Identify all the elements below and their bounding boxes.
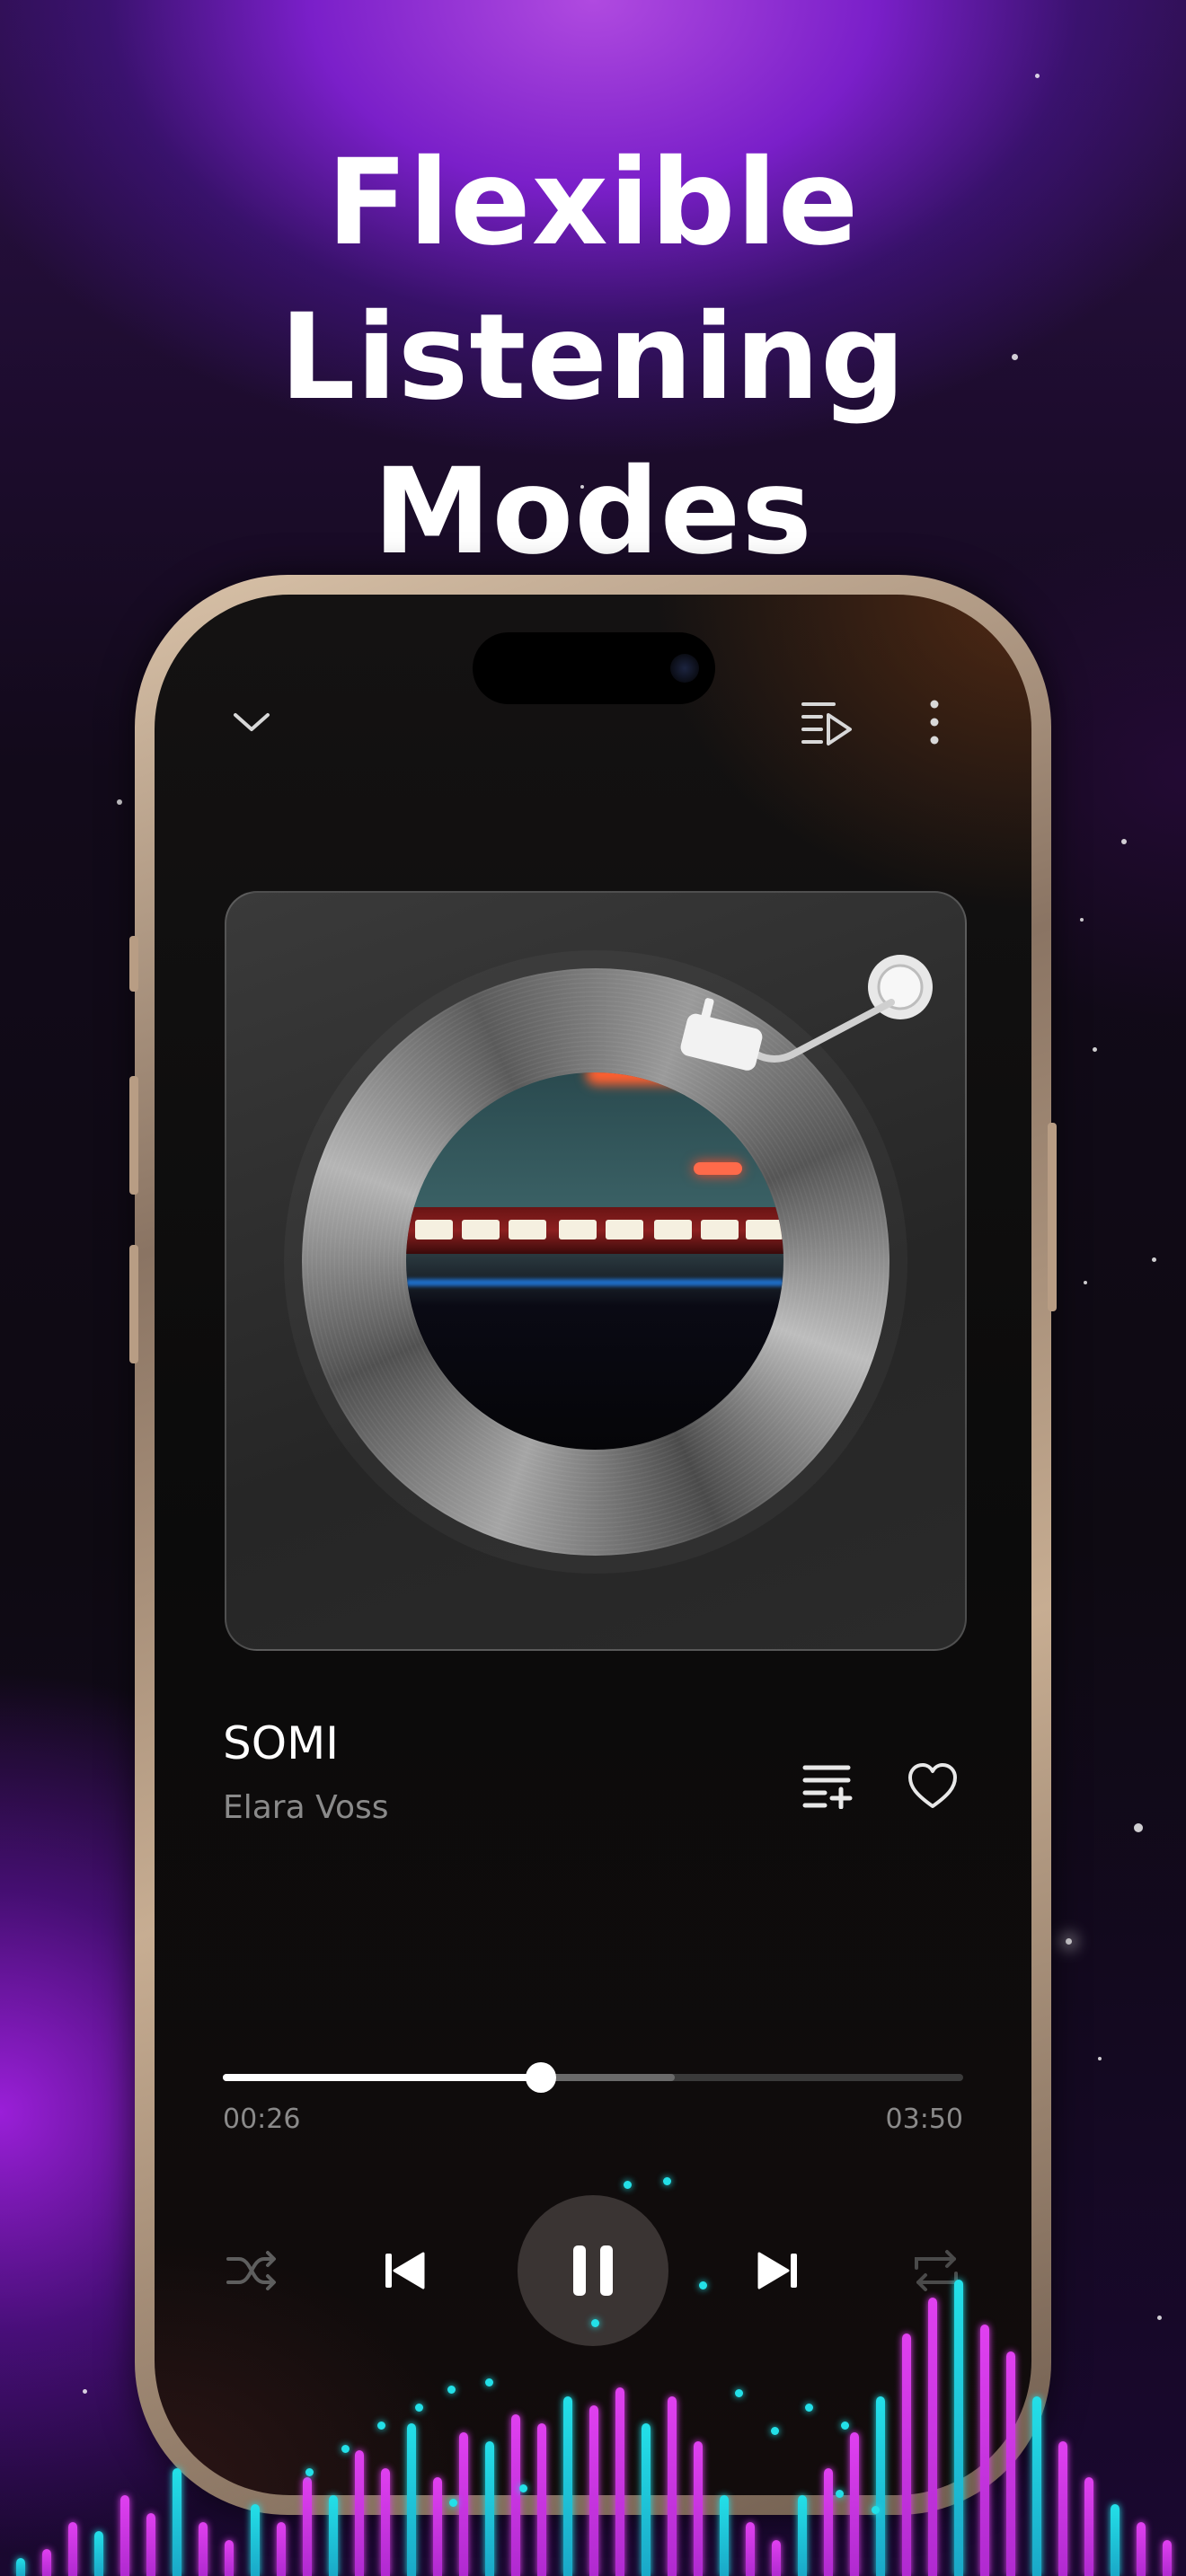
equalizer-dot: [841, 2422, 849, 2430]
equalizer-bar: [1137, 2522, 1146, 2576]
equalizer-bar: [68, 2522, 77, 2576]
equalizer-bar: [954, 2280, 963, 2576]
equalizer-visualizer: [0, 2245, 1186, 2576]
equalizer-bar: [980, 2325, 989, 2576]
equalizer-bar: [1058, 2441, 1067, 2576]
more-vertical-icon: [930, 700, 939, 745]
equalizer-bar: [277, 2522, 286, 2576]
equalizer-bar: [146, 2513, 155, 2576]
equalizer-bar: [798, 2495, 807, 2576]
equalizer-dot: [624, 2181, 632, 2189]
headline-line-1: Flexible Listening: [279, 134, 907, 427]
playlist-add-icon: [802, 1765, 853, 1809]
phone-power-button: [1048, 1123, 1057, 1311]
progress-slider[interactable]: [223, 2062, 963, 2093]
heart-outline-icon: [908, 1763, 957, 1808]
phone-volume-up-button: [129, 1076, 138, 1195]
equalizer-bar: [485, 2441, 494, 2576]
front-camera: [670, 654, 699, 683]
equalizer-dot: [447, 2386, 456, 2394]
equalizer-dot: [449, 2499, 457, 2507]
equalizer-bar: [746, 2522, 755, 2576]
equalizer-bar: [1032, 2396, 1041, 2576]
equalizer-bar: [615, 2387, 624, 2576]
equalizer-dot: [591, 2319, 599, 2327]
equalizer-dot: [519, 2484, 527, 2492]
add-to-playlist-button[interactable]: [792, 1750, 864, 1822]
equalizer-dot: [341, 2445, 350, 2453]
equalizer-bar: [329, 2495, 338, 2576]
favorite-button[interactable]: [897, 1750, 969, 1822]
equalizer-bar: [511, 2414, 520, 2576]
equalizer-bar: [303, 2477, 312, 2576]
equalizer-bar: [928, 2298, 937, 2576]
phone-action-button: [129, 936, 138, 992]
equalizer-bar: [589, 2405, 598, 2576]
equalizer-dot: [699, 2281, 707, 2289]
equalizer-bar: [120, 2495, 129, 2576]
headline-line-2: Modes: [373, 443, 813, 581]
equalizer-bar: [563, 2396, 572, 2576]
phone-screen: SOMI Elara Voss 00:26 03:50: [155, 595, 1031, 2495]
equalizer-bar: [668, 2396, 677, 2576]
equalizer-dot: [485, 2378, 493, 2386]
playlist-play-icon: [801, 702, 852, 745]
elapsed-time: 00:26: [223, 2104, 301, 2135]
equalizer-bar: [694, 2441, 703, 2576]
equalizer-bar: [173, 2468, 181, 2576]
equalizer-dot: [305, 2468, 314, 2476]
phone-volume-down-button: [129, 1245, 138, 1363]
equalizer-bar: [1163, 2540, 1172, 2576]
equalizer-bar: [16, 2558, 25, 2576]
equalizer-dot: [771, 2427, 779, 2435]
headline: Flexible Listening Modes: [0, 126, 1186, 589]
progress-played: [223, 2074, 542, 2081]
equalizer-bar: [407, 2423, 416, 2576]
equalizer-bar: [459, 2432, 468, 2576]
dynamic-island: [473, 632, 715, 704]
equalizer-bar: [251, 2504, 260, 2576]
queue-button[interactable]: [794, 690, 859, 754]
equalizer-bar: [824, 2468, 833, 2576]
equalizer-bar: [902, 2333, 911, 2576]
equalizer-bar: [225, 2540, 234, 2576]
equalizer-bar: [199, 2522, 208, 2576]
chevron-down-icon: [234, 713, 270, 731]
equalizer-dot: [377, 2422, 385, 2430]
progress-thumb[interactable]: [526, 2062, 557, 2093]
more-options-button[interactable]: [909, 690, 960, 754]
equalizer-dot: [415, 2404, 423, 2412]
equalizer-bar: [772, 2540, 781, 2576]
equalizer-bar: [642, 2423, 651, 2576]
equalizer-dot: [663, 2177, 671, 2185]
equalizer-dot: [735, 2389, 743, 2397]
equalizer-bar: [433, 2477, 442, 2576]
equalizer-dot: [805, 2404, 813, 2412]
equalizer-bar: [850, 2432, 859, 2576]
tonearm-icon: [680, 955, 933, 1071]
album-art-card: [225, 891, 967, 1651]
equalizer-dot: [836, 2490, 844, 2498]
track-artist: Elara Voss: [223, 1789, 389, 1826]
equalizer-bar: [381, 2468, 390, 2576]
equalizer-bar: [42, 2549, 51, 2576]
equalizer-dot: [872, 2506, 880, 2514]
track-title: SOMI: [223, 1717, 339, 1769]
equalizer-bar: [1006, 2351, 1015, 2576]
collapse-button[interactable]: [223, 693, 280, 751]
equalizer-bar: [94, 2531, 103, 2576]
equalizer-bar: [876, 2396, 885, 2576]
total-duration: 03:50: [885, 2104, 963, 2135]
equalizer-bar: [355, 2450, 364, 2576]
album-cover-image: [406, 1072, 783, 1450]
equalizer-bar: [537, 2423, 546, 2576]
equalizer-bar: [1084, 2477, 1093, 2576]
equalizer-bar: [720, 2495, 729, 2576]
equalizer-bar: [1111, 2504, 1120, 2576]
